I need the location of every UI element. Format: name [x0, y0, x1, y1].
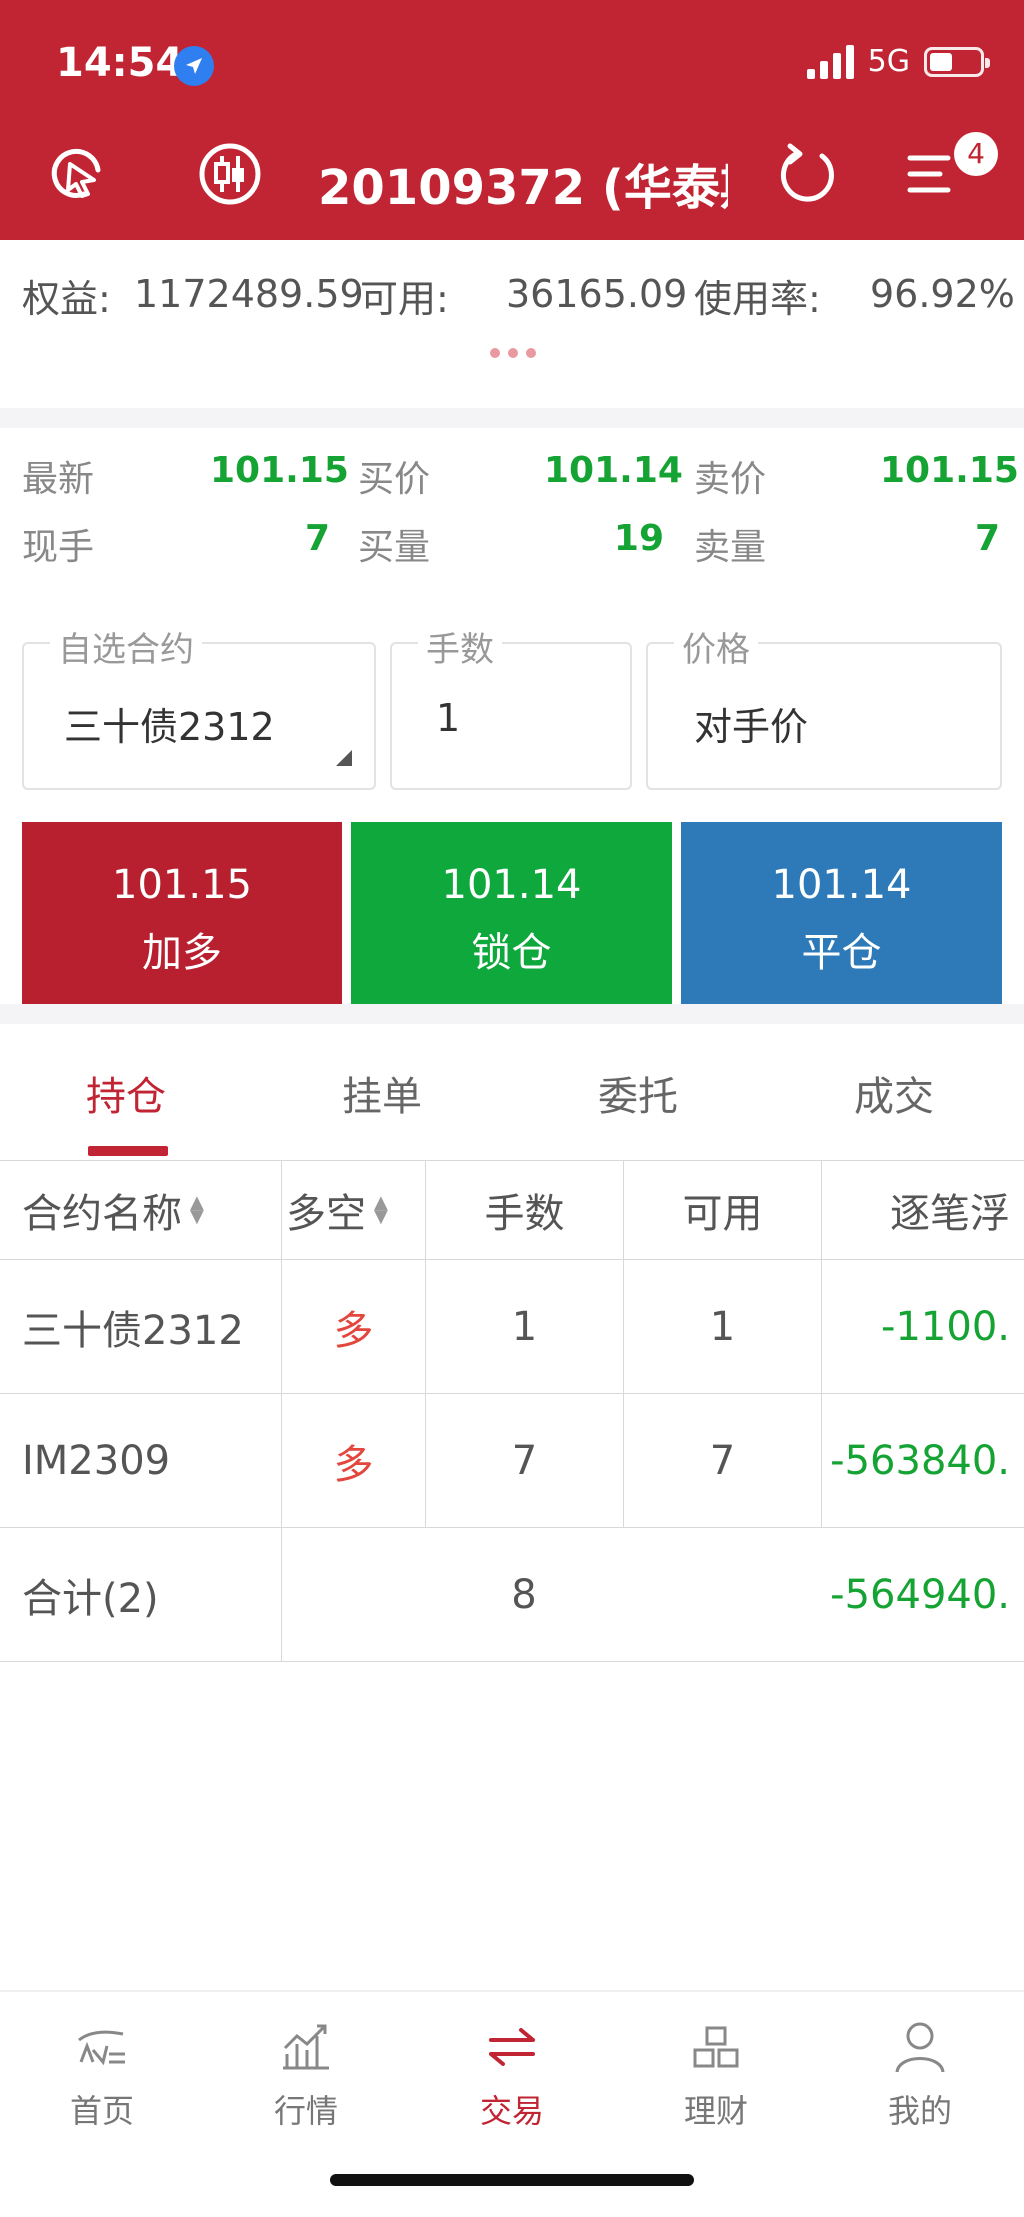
ask-volume-value: 7	[974, 518, 1000, 559]
status-time: 14:54	[56, 40, 184, 86]
header-lots: 手数	[426, 1160, 624, 1260]
nav-profile[interactable]: 我的	[850, 2018, 990, 2132]
row-lots: 7	[426, 1394, 624, 1528]
lots-value: 1	[436, 696, 461, 740]
section-divider	[0, 408, 1024, 428]
ask-volume-label: 卖量	[694, 527, 767, 568]
buy-long-label: 加多	[142, 930, 222, 976]
nav-market[interactable]: 行情	[236, 2018, 376, 2132]
equity-label: 权益:	[22, 277, 111, 321]
bottom-navigation: 首页 行情 交易 理财 我的	[0, 1990, 1024, 2217]
price-value: 对手价	[694, 705, 809, 749]
market-chart-icon	[283, 2024, 329, 2070]
bid-volume-label: 买量	[358, 527, 431, 568]
home-logo-icon	[78, 2030, 125, 2066]
home-indicator	[330, 2174, 694, 2186]
notification-badge: 4	[954, 132, 998, 176]
close-label: 平仓	[801, 930, 882, 976]
close-position-button[interactable]: 101.14 平仓	[681, 822, 1002, 1004]
price-input[interactable]: 价格 对手价	[646, 622, 1002, 790]
dropdown-arrow-icon	[336, 750, 352, 766]
usage-value: 96.92%	[870, 272, 1015, 316]
trade-arrows-icon	[489, 2028, 535, 2066]
row-pnl: -1100.	[822, 1260, 1024, 1394]
row-lots: 1	[426, 1260, 624, 1394]
ask-label: 卖价	[694, 459, 767, 500]
quote-row-prices: 最新 101.15 买价 101.14 卖价 101.15	[0, 450, 1024, 510]
contract-select[interactable]: 自选合约 三十债2312	[22, 622, 376, 790]
latest-label: 最新	[22, 459, 95, 500]
candlestick-icon[interactable]	[196, 140, 264, 208]
buy-long-button[interactable]: 101.15 加多	[22, 822, 342, 1004]
total-pnl: -564940.	[766, 1528, 1024, 1662]
row-pnl: -563840.	[822, 1394, 1024, 1528]
expand-dots-icon[interactable]	[490, 348, 536, 358]
tab-pending-orders[interactable]: 挂单	[302, 1064, 462, 1122]
buy-long-price: 101.15	[112, 862, 252, 908]
row-side: 多	[282, 1260, 426, 1394]
nav-home[interactable]: 首页	[32, 2018, 172, 2132]
nav-trade[interactable]: 交易	[442, 2018, 582, 2132]
section-divider	[0, 1004, 1024, 1024]
app-header: 14:54 5G 20109372 (华泰期货) 4	[0, 0, 1024, 240]
header-side[interactable]: 多空 ▲ ▼	[282, 1160, 426, 1260]
current-volume-value: 7	[304, 518, 330, 559]
sort-icon: ▲ ▼	[190, 1192, 204, 1227]
bid-value: 101.14	[544, 450, 683, 491]
total-label: 合计(2)	[0, 1528, 282, 1662]
bid-volume-value: 19	[613, 518, 664, 559]
person-icon	[895, 2022, 945, 2073]
tab-positions[interactable]: 持仓	[46, 1064, 206, 1122]
location-icon	[174, 46, 214, 86]
row-side: 多	[282, 1394, 426, 1528]
row-available: 7	[624, 1394, 822, 1528]
available-label: 可用:	[360, 277, 449, 321]
signal-icon	[806, 44, 854, 79]
quote-row-volumes: 现手 7 买量 19 卖量 7	[0, 518, 1024, 578]
account-title[interactable]: 20109372 (华泰期货)	[318, 148, 728, 218]
contract-value: 三十债2312	[64, 705, 275, 749]
contract-label: 自选合约	[50, 622, 202, 671]
lock-position-button[interactable]: 101.14 锁仓	[351, 822, 672, 1004]
finance-blocks-icon	[693, 2026, 739, 2068]
status-indicators: 5G	[806, 44, 990, 79]
row-available: 1	[624, 1260, 822, 1394]
header-pnl: 逐笔浮	[822, 1160, 1024, 1260]
cursor-refresh-icon[interactable]	[44, 140, 112, 208]
equity-value: 1172489.59	[134, 272, 364, 316]
price-label: 价格	[674, 622, 758, 671]
header-contract-name[interactable]: 合约名称 ▲ ▼	[0, 1160, 282, 1260]
row-contract-name[interactable]: IM2309	[0, 1394, 282, 1528]
tab-orders[interactable]: 委托	[558, 1064, 718, 1122]
latest-value: 101.15	[210, 450, 349, 491]
total-lots: 8	[282, 1528, 766, 1662]
close-price: 101.14	[771, 862, 912, 908]
bid-label: 买价	[358, 459, 431, 500]
lots-input[interactable]: 手数 1	[390, 622, 632, 790]
row-contract-name[interactable]: 三十债2312	[0, 1260, 282, 1394]
current-volume-label: 现手	[22, 527, 95, 568]
nav-finance[interactable]: 理财	[646, 2018, 786, 2132]
active-tab-indicator	[88, 1146, 168, 1156]
header-available: 可用	[624, 1160, 822, 1260]
battery-icon	[924, 46, 990, 77]
tab-trades[interactable]: 成交	[814, 1064, 974, 1122]
ask-value: 101.15	[880, 450, 1019, 491]
refresh-icon[interactable]	[774, 140, 842, 208]
available-value: 36165.09	[506, 272, 688, 316]
lock-price: 101.14	[441, 862, 582, 908]
lots-label: 手数	[418, 622, 502, 671]
lock-label: 锁仓	[471, 930, 552, 976]
sort-icon: ▲ ▼	[374, 1192, 388, 1227]
usage-label: 使用率:	[694, 277, 821, 321]
network-type: 5G	[867, 44, 910, 79]
account-summary: 权益: 1172489.59 可用: 36165.09 使用率: 96.92%	[0, 240, 1024, 410]
